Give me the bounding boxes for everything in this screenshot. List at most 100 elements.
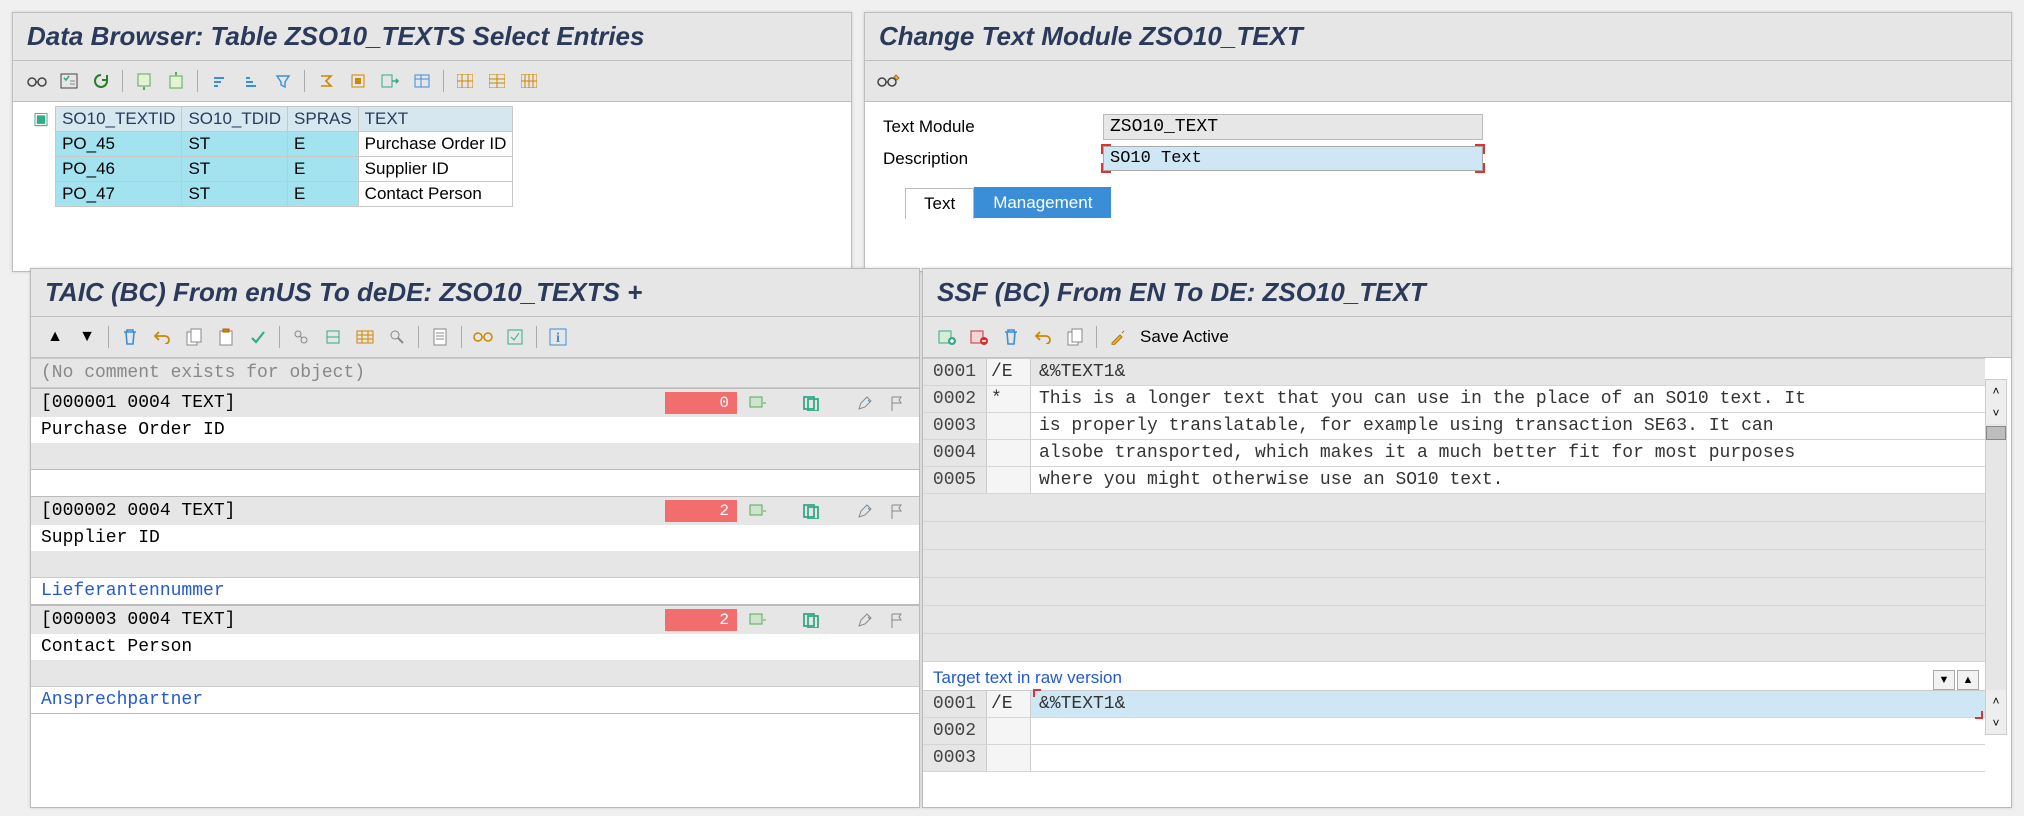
tool-icon-3[interactable] bbox=[351, 323, 379, 351]
flag-icon[interactable] bbox=[885, 500, 909, 522]
taic-target-input[interactable] bbox=[31, 660, 919, 686]
taic-title: TAIC (BC) From enUS To deDE: ZSO10_TEXTS… bbox=[31, 269, 919, 317]
copy-icon[interactable] bbox=[180, 323, 208, 351]
edit-icon[interactable] bbox=[853, 609, 877, 631]
table-row[interactable]: PO_47 ST E Contact Person bbox=[27, 182, 513, 207]
tool-icon-1[interactable] bbox=[287, 323, 315, 351]
save-active-label[interactable]: Save Active bbox=[1140, 327, 1229, 347]
sort-desc-icon[interactable] bbox=[237, 67, 265, 95]
copy-source-icon[interactable] bbox=[799, 500, 823, 522]
col-tdid[interactable]: SO10_TDID bbox=[182, 107, 288, 132]
taic-count: 2 bbox=[665, 609, 737, 631]
flag-icon[interactable] bbox=[885, 392, 909, 414]
edit-icon[interactable] bbox=[853, 500, 877, 522]
trash-icon[interactable] bbox=[116, 323, 144, 351]
grid-icon-2[interactable] bbox=[483, 67, 511, 95]
pencil-icon[interactable] bbox=[1104, 323, 1132, 351]
sum-icon[interactable] bbox=[312, 67, 340, 95]
taic-count: 2 bbox=[665, 500, 737, 522]
ssf-line[interactable]: 0003 is properly translatable, for examp… bbox=[923, 413, 1985, 440]
ssf-target-label: Target text in raw version bbox=[933, 668, 1975, 688]
add-line-icon[interactable] bbox=[933, 323, 961, 351]
table-row[interactable]: PO_45 ST E Purchase Order ID bbox=[27, 132, 513, 157]
databrowser-toolbar bbox=[13, 61, 851, 102]
taic-code: [000002 0004 TEXT] bbox=[41, 501, 657, 521]
ssf-line[interactable]: 0004 alsobe transported, which makes it … bbox=[923, 440, 1985, 467]
scroll-down-icon-2[interactable]: ˅ bbox=[1986, 712, 2006, 734]
copy-icon[interactable] bbox=[1061, 323, 1089, 351]
scroll-up-icon-2[interactable]: ˄ bbox=[1986, 690, 2006, 712]
taic-item: [000003 0004 TEXT] 2 Contact Person Ansp… bbox=[31, 605, 919, 714]
check-icon-2[interactable] bbox=[501, 323, 529, 351]
col-text[interactable]: TEXT bbox=[358, 107, 513, 132]
export-icon[interactable] bbox=[376, 67, 404, 95]
description-field[interactable] bbox=[1103, 146, 1483, 171]
ssf-line[interactable]: 0003 bbox=[923, 745, 1985, 772]
ssf-toolbar: Save Active bbox=[923, 317, 2011, 358]
undo-icon[interactable] bbox=[148, 323, 176, 351]
scroll-down-icon[interactable]: ˅ bbox=[1986, 402, 2006, 424]
tool-icon-2[interactable] bbox=[319, 323, 347, 351]
detail-icon[interactable] bbox=[344, 67, 372, 95]
taic-translation: Lieferantennummer bbox=[31, 577, 919, 604]
glasses-icon[interactable] bbox=[23, 67, 51, 95]
copy-source-icon[interactable] bbox=[799, 609, 823, 631]
taic-target-input[interactable] bbox=[31, 551, 919, 577]
ssf-line[interactable]: 0005 where you might otherwise use an SO… bbox=[923, 467, 1985, 494]
ssf-line[interactable]: 0002 * This is a longer text that you ca… bbox=[923, 386, 1985, 413]
grid-icon-1[interactable] bbox=[451, 67, 479, 95]
taic-item: [000002 0004 TEXT] 2 Supplier ID Liefera… bbox=[31, 496, 919, 605]
columns-icon[interactable] bbox=[408, 67, 436, 95]
ssf-line[interactable]: 0001 /E &%TEXT1& bbox=[923, 359, 1985, 386]
down-icon[interactable]: ▼ bbox=[73, 323, 101, 351]
text-module-field bbox=[1103, 114, 1483, 140]
taic-item: [000001 0004 TEXT] 0 Purchase Order ID bbox=[31, 388, 919, 470]
tab-text[interactable]: Text bbox=[905, 188, 974, 219]
tab-management[interactable]: Management bbox=[974, 187, 1111, 218]
description-label: Description bbox=[883, 149, 1103, 169]
taic-comment: (No comment exists for object) bbox=[31, 358, 919, 388]
trash-icon[interactable] bbox=[997, 323, 1025, 351]
scroll-up-icon[interactable]: ˄ bbox=[1986, 380, 2006, 402]
text-module-label: Text Module bbox=[883, 117, 1103, 137]
row-marker-icon: ▣ bbox=[33, 109, 49, 128]
ssf-line[interactable]: 0001 /E &%TEXT1& bbox=[923, 691, 1985, 718]
doc-icon[interactable] bbox=[426, 323, 454, 351]
insert-icon[interactable] bbox=[745, 609, 769, 631]
glasses-edit-icon[interactable] bbox=[875, 67, 903, 95]
flag-icon[interactable] bbox=[885, 609, 909, 631]
svg-text:i: i bbox=[556, 331, 560, 346]
taic-source: Purchase Order ID bbox=[31, 417, 919, 443]
ssf-line[interactable]: 0002 bbox=[923, 718, 1985, 745]
col-spras[interactable]: SPRAS bbox=[288, 107, 359, 132]
checklist-icon[interactable] bbox=[55, 67, 83, 95]
glasses-icon-2[interactable] bbox=[469, 323, 497, 351]
filter-icon[interactable] bbox=[269, 67, 297, 95]
refresh-icon[interactable] bbox=[87, 67, 115, 95]
taic-code: [000003 0004 TEXT] bbox=[41, 610, 657, 630]
copy-source-icon[interactable] bbox=[799, 392, 823, 414]
databrowser-table: ▣ SO10_TEXTID SO10_TDID SPRAS TEXT PO_45… bbox=[27, 106, 513, 207]
undo-icon[interactable] bbox=[1029, 323, 1057, 351]
insert-row-icon[interactable] bbox=[130, 67, 158, 95]
grid-icon-3[interactable] bbox=[515, 67, 543, 95]
insert-icon[interactable] bbox=[745, 500, 769, 522]
ssf-scrollbar[interactable]: ˄ ˅ ˄ ˅ bbox=[1985, 379, 2007, 735]
sort-asc-icon[interactable] bbox=[205, 67, 233, 95]
dropdown-icon[interactable]: ▼ bbox=[1933, 670, 1955, 690]
append-row-icon[interactable] bbox=[162, 67, 190, 95]
info-icon[interactable]: i bbox=[544, 323, 572, 351]
change-toolbar bbox=[865, 61, 2011, 102]
table-row[interactable]: PO_46 ST E Supplier ID bbox=[27, 157, 513, 182]
insert-icon[interactable] bbox=[745, 392, 769, 414]
edit-icon[interactable] bbox=[853, 392, 877, 414]
col-textid[interactable]: SO10_TEXTID bbox=[56, 107, 182, 132]
check-icon[interactable] bbox=[244, 323, 272, 351]
ssf-source-editor: 0001 /E &%TEXT1& 0002 * This is a longer… bbox=[923, 358, 1985, 662]
taic-target-input[interactable] bbox=[31, 443, 919, 469]
remove-line-icon[interactable] bbox=[965, 323, 993, 351]
up-nav-icon[interactable]: ▲ bbox=[1957, 670, 1979, 690]
tool-icon-4[interactable] bbox=[383, 323, 411, 351]
paste-icon[interactable] bbox=[212, 323, 240, 351]
up-icon[interactable]: ▲ bbox=[41, 323, 69, 351]
